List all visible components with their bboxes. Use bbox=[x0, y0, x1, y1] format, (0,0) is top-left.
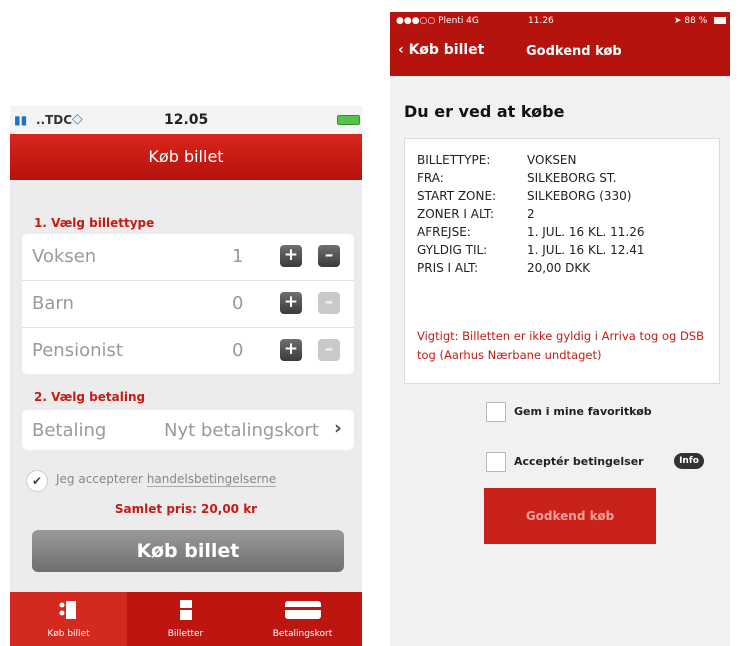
ticket-type-list: Voksen 1 + – Barn 0 + – Pensionist 0 + – bbox=[22, 234, 354, 374]
minus-button[interactable]: – bbox=[318, 292, 340, 314]
validity-warning: Vigtigt: Billetten er ikke gyldig i Arri… bbox=[417, 329, 704, 362]
back-button[interactable]: ‹ Køb billet bbox=[398, 42, 484, 58]
confirm-purchase-button[interactable]: Godkend køb bbox=[484, 488, 656, 544]
favorite-checkbox[interactable] bbox=[486, 402, 506, 422]
favorite-label: Gem i mine favoritkøb bbox=[514, 405, 652, 418]
carrier-label: ..TDC bbox=[36, 113, 73, 127]
tab-payment-cards[interactable]: Betalingskort bbox=[244, 592, 361, 646]
detail-value: 1. JUL. 16 KL. 11.26 bbox=[527, 225, 645, 239]
info-badge[interactable]: Info bbox=[674, 453, 704, 469]
minus-button[interactable]: – bbox=[318, 245, 340, 267]
carrier-label: ●●●○○ Plenti 4G bbox=[396, 16, 479, 26]
chevron-right-icon: › bbox=[334, 417, 342, 439]
ticket-row-pensionist: Pensionist 0 + – bbox=[22, 328, 354, 374]
ticket-name: Barn bbox=[32, 293, 74, 314]
status-bar: ▮▮ ..TDC ◇ 12.05 bbox=[10, 106, 362, 134]
payment-label: Betaling bbox=[32, 420, 107, 441]
tab-buy-ticket[interactable]: Køb billet bbox=[10, 592, 127, 646]
detail-value: 2 bbox=[527, 207, 535, 221]
section-payment: 2. Vælg betaling bbox=[34, 390, 146, 404]
buy-ticket-screen: ▮▮ ..TDC ◇ 12.05 Køb billet 1. Vælg bill… bbox=[10, 106, 362, 646]
detail-value: VOKSEN bbox=[527, 153, 577, 167]
buy-ticket-button[interactable]: Køb billet bbox=[32, 530, 344, 572]
detail-key: ZONER I ALT: bbox=[417, 207, 495, 221]
ticket-row-voksen: Voksen 1 + – bbox=[22, 234, 354, 281]
detail-key: AFREJSE: bbox=[417, 225, 471, 239]
section-ticket-type: 1. Vælg billettype bbox=[34, 216, 155, 230]
status-time: 12.05 bbox=[164, 112, 209, 128]
detail-key: FRA: bbox=[417, 171, 444, 185]
accept-terms-text: Jeg accepterer handelsbetingelserne bbox=[56, 472, 277, 487]
accept-terms-label: Acceptér betingelser bbox=[514, 455, 644, 468]
ticket-row-barn: Barn 0 + – bbox=[22, 281, 354, 328]
detail-value: 1. JUL. 16 KL. 12.41 bbox=[527, 243, 645, 257]
purchase-heading: Du er ved at købe bbox=[404, 102, 565, 121]
tab-tickets[interactable]: Billetter bbox=[127, 592, 244, 646]
ticket-icon bbox=[127, 598, 244, 626]
accept-terms-checkbox[interactable] bbox=[486, 452, 506, 472]
plus-button[interactable]: + bbox=[280, 245, 302, 267]
battery-icon bbox=[714, 17, 726, 24]
battery-level: ➤ 88 % bbox=[674, 16, 708, 26]
detail-key: GYLDIG TIL: bbox=[417, 243, 488, 257]
total-price: Samlet pris: 20,00 kr bbox=[114, 502, 258, 516]
detail-value: SILKEBORG ST. bbox=[527, 171, 617, 185]
ticket-count: 0 bbox=[232, 340, 244, 361]
accept-terms-checkbox[interactable]: ✔ bbox=[26, 470, 48, 492]
minus-button[interactable]: – bbox=[318, 339, 340, 361]
payment-selector[interactable]: Betaling Nyt betalingskort › bbox=[22, 410, 354, 450]
plus-button[interactable]: + bbox=[280, 339, 302, 361]
status-bar: ●●●○○ Plenti 4G 11.26 ➤ 88 % bbox=[390, 12, 730, 30]
payment-value: Nyt betalingskort bbox=[164, 420, 319, 441]
detail-value: SILKEBORG (330) bbox=[527, 189, 632, 203]
ticket-name: Voksen bbox=[32, 246, 97, 267]
ticket-count: 1 bbox=[232, 246, 244, 267]
page-title: Køb billet bbox=[10, 134, 362, 180]
plus-button[interactable]: + bbox=[280, 292, 302, 314]
detail-value: 20,00 DKK bbox=[527, 261, 591, 275]
signal-icon: ▮▮ bbox=[14, 113, 28, 127]
detail-key: PRIS I ALT: bbox=[417, 261, 479, 275]
ticket-name: Pensionist bbox=[32, 340, 123, 361]
ticket-count: 0 bbox=[232, 293, 244, 314]
card-icon bbox=[244, 598, 361, 626]
status-time: 11.26 bbox=[528, 16, 554, 26]
ticket-puzzle-icon bbox=[10, 598, 127, 626]
ticket-details-card: BILLETTYPE: VOKSEN FRA: SILKEBORG ST. ST… bbox=[404, 138, 720, 384]
confirm-purchase-screen: ●●●○○ Plenti 4G 11.26 ➤ 88 % ‹ Køb bille… bbox=[390, 12, 730, 646]
detail-key: START ZONE: bbox=[417, 189, 497, 203]
tab-bar: Køb billet Billetter Betalingskort bbox=[10, 592, 362, 646]
detail-key: BILLETTYPE: bbox=[417, 153, 491, 167]
nav-bar: ‹ Køb billet Godkend køb bbox=[390, 30, 730, 76]
page-title: Godkend køb bbox=[526, 44, 622, 59]
accept-prefix: Jeg accepterer bbox=[56, 472, 143, 486]
battery-icon bbox=[337, 115, 360, 125]
terms-link[interactable]: handelsbetingelserne bbox=[146, 472, 277, 487]
wifi-icon: ◇ bbox=[72, 111, 83, 127]
